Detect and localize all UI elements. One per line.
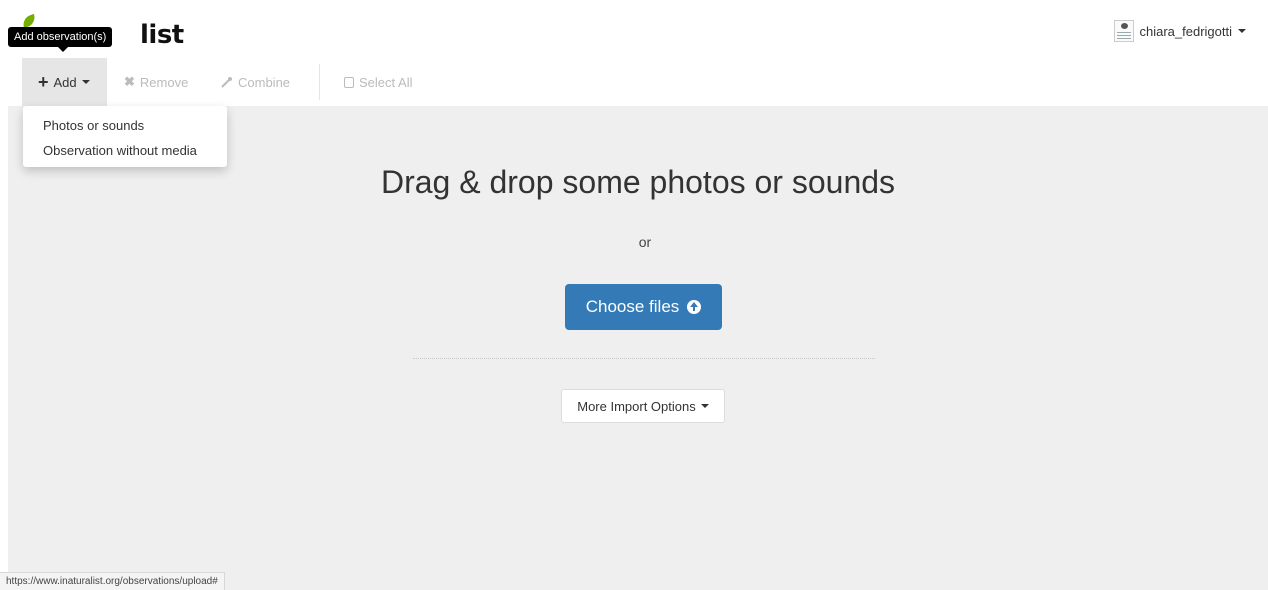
username-label: chiara_fedrigotti (1139, 23, 1233, 39)
logo-leaf-icon (20, 13, 38, 29)
drop-zone[interactable]: Drag & drop some photos or sounds or Cho… (8, 106, 1268, 590)
remove-button[interactable]: ✖ Remove (124, 58, 188, 106)
user-menu[interactable]: chiara_fedrigotti (1113, 20, 1246, 42)
chevron-down-icon (1238, 29, 1246, 33)
status-bar-url: https://www.inaturalist.org/observations… (0, 572, 225, 590)
add-button-label: Add (53, 74, 77, 90)
or-separator-text: or (638, 234, 652, 250)
combine-icon (221, 77, 232, 88)
add-dropdown-menu: Photos or sounds Observation without med… (23, 106, 227, 167)
drop-zone-title: Drag & drop some photos or sounds (380, 164, 896, 200)
more-import-options-label: More Import Options (577, 398, 696, 414)
menu-item-photos-or-sounds[interactable]: Photos or sounds (23, 113, 227, 138)
tooltip-arrow (58, 47, 68, 52)
select-all-label: Select All (359, 74, 413, 90)
chevron-down-icon (700, 404, 709, 408)
close-icon: ✖ (124, 74, 135, 89)
add-button[interactable]: + Add (22, 58, 107, 106)
plus-icon: + (38, 72, 49, 92)
select-all-button[interactable]: Select All (344, 58, 412, 106)
chevron-down-icon (81, 80, 90, 84)
toolbar-divider (319, 64, 320, 100)
remove-button-label: Remove (139, 74, 189, 90)
choose-files-button[interactable]: Choose files (565, 284, 722, 330)
upload-toolbar: + Add ✖ Remove Combine Select All (8, 58, 1268, 106)
add-tooltip: Add observation(s) (8, 27, 113, 47)
combine-button-label: Combine (238, 74, 291, 90)
dotted-divider (413, 358, 875, 359)
upload-page: list chiara_fedrigotti + Add ✖ Remove Co… (0, 0, 1268, 590)
user-avatar-icon (1113, 20, 1134, 42)
menu-item-observation-without-media[interactable]: Observation without media (23, 138, 227, 163)
more-import-options-button[interactable]: More Import Options (561, 389, 725, 423)
top-header: list chiara_fedrigotti (8, 8, 1268, 58)
combine-button[interactable]: Combine (221, 58, 290, 106)
choose-files-label: Choose files (585, 297, 680, 316)
checkbox-icon[interactable] (344, 76, 354, 88)
logo-text: list (140, 20, 184, 50)
upload-icon (687, 300, 702, 314)
